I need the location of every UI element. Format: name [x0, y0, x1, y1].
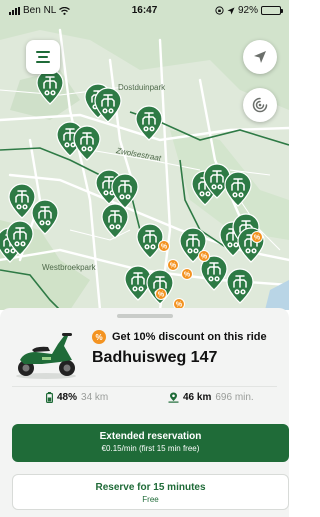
- scooter-marker[interactable]: [8, 183, 36, 219]
- scooter-marker[interactable]: [101, 203, 129, 239]
- reserve-15-price: Free: [142, 495, 159, 504]
- divider: [12, 386, 277, 387]
- status-bar: Ben NL 16:47 92%: [0, 0, 289, 22]
- walking-distance-icon: [168, 392, 179, 403]
- battery-range-value: 34 km: [81, 392, 109, 403]
- svg-text:%: %: [158, 292, 165, 299]
- scooter-image: [16, 333, 76, 379]
- discount-text: Get 10% discount on this ride: [112, 331, 267, 343]
- scan-button[interactable]: [243, 88, 277, 122]
- discount-marker-badge: %: [198, 250, 210, 262]
- navigation-arrow-icon: [254, 51, 266, 63]
- scooter-marker[interactable]: [224, 171, 252, 207]
- svg-text:%: %: [201, 254, 208, 261]
- scooter-marker[interactable]: [111, 173, 139, 209]
- reserve-15-button[interactable]: Reserve for 15 minutes Free: [12, 474, 289, 510]
- scan-radar-icon: [252, 97, 268, 113]
- svg-text:%: %: [170, 263, 177, 270]
- scooter-details-sheet[interactable]: % Get 10% discount on this ride Badhuisw…: [0, 308, 289, 517]
- discount-marker-badge: %: [181, 268, 193, 280]
- sheet-drag-handle[interactable]: [117, 314, 173, 318]
- locate-me-button[interactable]: [243, 40, 277, 74]
- scooter-marker[interactable]: [226, 268, 254, 304]
- scooter-marker[interactable]: [31, 199, 59, 235]
- scooter-marker[interactable]: [36, 69, 64, 105]
- reserve-15-label: Reserve for 15 minutes: [95, 482, 206, 493]
- menu-button[interactable]: [26, 40, 60, 74]
- discount-marker-badge: %: [158, 240, 170, 252]
- svg-text:%: %: [184, 272, 191, 279]
- extended-reservation-label: Extended reservation: [99, 431, 202, 442]
- battery-percent-value: 48%: [57, 392, 78, 403]
- extended-reservation-button[interactable]: Extended reservation €0.15/min (first 15…: [12, 424, 289, 462]
- svg-text:%: %: [254, 235, 261, 242]
- battery-stat: 48% 34 km: [46, 392, 108, 403]
- extended-reservation-price: €0.15/min (first 15 min free): [101, 444, 200, 453]
- location-arrow-icon: [227, 7, 235, 14]
- discount-promo: % Get 10% discount on this ride: [92, 330, 267, 344]
- orientation-lock-icon: [215, 6, 224, 15]
- battery-icon: [261, 6, 283, 15]
- discount-marker-badge: %: [251, 231, 263, 243]
- discount-icon: %: [92, 330, 106, 344]
- scooter-marker[interactable]: [135, 105, 163, 141]
- scooter-marker[interactable]: [73, 125, 101, 161]
- svg-text:%: %: [161, 244, 168, 251]
- battery-level-icon: [46, 392, 53, 403]
- distance-value: 46 km: [183, 392, 212, 403]
- scooter-marker[interactable]: [136, 223, 164, 259]
- distance-stat: 46 km 696 min.: [168, 392, 254, 403]
- hamburger-icon: [36, 51, 50, 63]
- battery-percent: 92%: [237, 5, 258, 16]
- scooter-address: Badhuisweg 147: [92, 349, 218, 366]
- discount-marker-badge: %: [155, 288, 167, 300]
- walk-time-value: 696 min.: [215, 392, 254, 403]
- discount-marker-badge: %: [167, 259, 179, 271]
